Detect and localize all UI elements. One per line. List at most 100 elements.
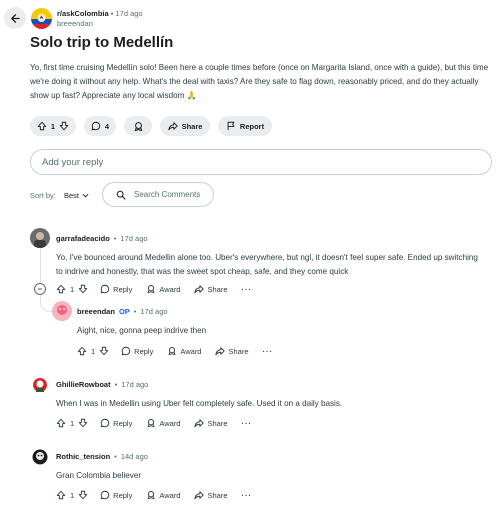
comment-text: When I was in Medellin using Uber felt c… (56, 399, 343, 408)
comment-vote-count: 1 (91, 346, 96, 356)
comment-vote-control: 1 (56, 284, 88, 294)
more-options-button[interactable]: ··· (242, 419, 253, 428)
share-label: Share (207, 284, 228, 294)
post-vote-count: 1 (50, 121, 56, 131)
comment-count: 4 (104, 121, 110, 131)
comment-vote-count: 1 (70, 284, 75, 294)
comment-vote-count: 1 (70, 490, 75, 500)
more-options-button[interactable]: ··· (242, 491, 253, 500)
comments-button[interactable]: 4 (84, 116, 116, 136)
more-options-button[interactable]: ··· (263, 347, 274, 356)
reply-label: Reply (113, 418, 133, 428)
back-arrow-icon (10, 13, 20, 23)
sort-dropdown[interactable]: Best (64, 191, 89, 200)
reply-button[interactable]: Reply (100, 490, 132, 500)
award-button[interactable]: Award (146, 490, 180, 500)
comment-icon (100, 490, 110, 500)
comment-actions: 1 Reply Award Share ··· (56, 490, 252, 500)
downvote-icon[interactable] (99, 346, 109, 356)
award-button[interactable]: Award (146, 418, 180, 428)
reply-placeholder: Add your reply (42, 156, 104, 168)
comment-text: Gran Colombia believer (56, 471, 142, 480)
comment-author[interactable]: GhillieRowboat (56, 380, 111, 389)
upvote-icon[interactable] (56, 418, 66, 428)
report-button[interactable]: Report (218, 116, 272, 136)
award-label: Award (159, 418, 181, 428)
award-icon (168, 347, 176, 356)
collapse-icon (38, 288, 42, 290)
award-button[interactable] (124, 116, 152, 136)
post-author[interactable]: breeendan (57, 19, 143, 29)
meta-separator: • (110, 9, 114, 18)
sort-value: Best (64, 191, 80, 200)
search-icon (116, 190, 126, 200)
comment-age: 17d ago (140, 307, 168, 316)
avatar[interactable] (30, 375, 50, 395)
comment-author[interactable]: garrafadeacido (56, 234, 110, 243)
subreddit-name[interactable]: r/askColombia (57, 9, 109, 18)
reply-button[interactable]: Reply (100, 284, 132, 294)
more-options-button[interactable]: ··· (242, 285, 253, 294)
comment-author[interactable]: Rothic_tension (56, 452, 110, 461)
downvote-icon[interactable] (59, 121, 69, 131)
share-label: Share (207, 490, 228, 500)
downvote-icon[interactable] (78, 418, 88, 428)
comment-meta: GhillieRowboat • 17d ago (56, 380, 148, 389)
sort-label: Sort by: (30, 191, 56, 200)
comment-author[interactable]: breeendan (77, 307, 115, 316)
report-flag-icon (227, 121, 235, 131)
comment-vote-control: 1 (56, 490, 88, 500)
share-button[interactable]: Share (194, 284, 228, 294)
upvote-icon[interactable] (56, 284, 66, 294)
report-label: Report (239, 121, 265, 131)
award-icon (134, 121, 142, 131)
comment-meta: breeendan OP • 17d ago (77, 307, 168, 316)
avatar[interactable] (30, 447, 50, 467)
comment-vote-control: 1 (56, 418, 88, 428)
comment-actions: 1 Reply Award Share ··· (56, 284, 252, 294)
upvote-icon[interactable] (56, 490, 66, 500)
downvote-icon[interactable] (78, 490, 88, 500)
award-label: Award (180, 346, 202, 356)
comment-meta: garrafadeacido • 17d ago (56, 234, 148, 243)
collapse-thread-button[interactable] (34, 283, 46, 295)
award-icon (147, 285, 155, 294)
meta-separator: • (133, 307, 137, 316)
comment-vote-control: 1 (77, 346, 109, 356)
award-button[interactable]: Award (146, 284, 180, 294)
share-icon (194, 491, 205, 500)
op-badge: OP (118, 307, 130, 316)
reply-button[interactable]: Reply (121, 346, 153, 356)
downvote-icon[interactable] (78, 284, 88, 294)
avatar[interactable] (52, 301, 72, 321)
upvote-icon[interactable] (77, 346, 87, 356)
comment-vote-count: 1 (70, 418, 75, 428)
share-button[interactable]: Share (215, 346, 249, 356)
avatar[interactable] (30, 228, 50, 248)
award-button[interactable]: Award (167, 346, 201, 356)
search-placeholder: Search Comments (134, 190, 201, 199)
add-reply-input[interactable]: Add your reply (30, 149, 492, 175)
comment-age: 17d ago (121, 380, 149, 389)
reply-button[interactable]: Reply (100, 418, 132, 428)
comment-actions: 1 Reply Award Share ··· (77, 346, 273, 356)
thread-line (40, 248, 41, 283)
post-vote-control: 1 (30, 116, 76, 136)
share-label: Share (207, 418, 228, 428)
reply-branch-line (40, 296, 52, 312)
comment-icon (91, 121, 101, 131)
share-button[interactable]: Share (194, 490, 228, 500)
subreddit-avatar[interactable] (31, 8, 52, 29)
upvote-icon[interactable] (37, 121, 47, 131)
share-button[interactable]: Share (194, 418, 228, 428)
comment-meta: Rothic_tension • 14d ago (56, 452, 148, 461)
share-button[interactable]: Share (160, 116, 210, 136)
back-button[interactable] (4, 7, 26, 29)
comment-age: 14d ago (120, 452, 148, 461)
award-icon (147, 491, 155, 500)
share-icon (215, 347, 226, 356)
award-icon (147, 419, 155, 428)
post-body: Yo, first time cruising Medellín solo! B… (30, 63, 489, 100)
share-icon (167, 122, 178, 131)
search-comments-input[interactable]: Search Comments (102, 182, 214, 207)
